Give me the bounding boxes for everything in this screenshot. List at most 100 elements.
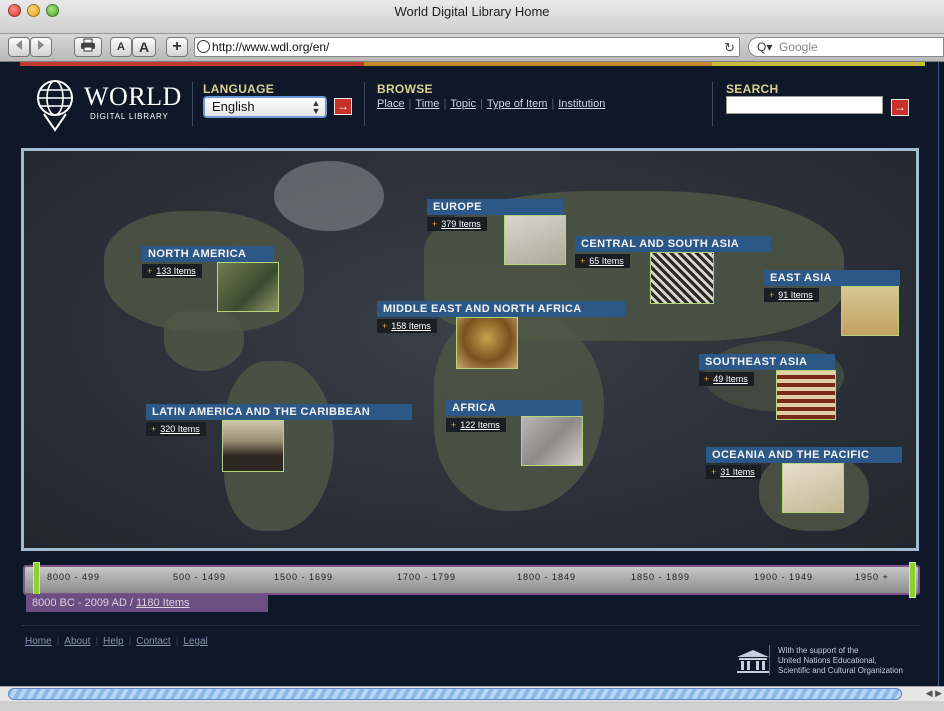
region-thumbnail[interactable]	[782, 463, 844, 513]
timeline-tick[interactable]: 1950 +	[855, 572, 889, 582]
region-thumbnail[interactable]	[456, 317, 518, 369]
timeline-tick[interactable]: 1700 - 1799	[397, 572, 456, 582]
timeline-slider[interactable]: 8000 - 499 500 - 1499 1500 - 1699 1700 -…	[23, 562, 920, 598]
globe-icon	[197, 40, 210, 53]
footer-about-link[interactable]: About	[64, 636, 90, 647]
region-title: LATIN AMERICA AND THE CARIBBEAN	[146, 404, 412, 420]
region-title: EUROPE	[427, 199, 563, 215]
region-count-link[interactable]: 31 Items	[720, 467, 755, 477]
browse-type-link[interactable]: Type of Item	[487, 98, 548, 110]
region-thumbnail[interactable]	[841, 286, 899, 336]
title-bar: World Digital Library Home	[0, 0, 944, 34]
timeline-tick[interactable]: 1850 - 1899	[631, 572, 690, 582]
logo-subtitle: DIGITAL LIBRARY	[90, 112, 169, 121]
browse-links: Place | Time | Topic | Type of Item | Institutio…	[377, 98, 605, 110]
search-go-button[interactable]: →	[891, 99, 909, 116]
site-search-input[interactable]	[726, 96, 883, 114]
unesco-logo-icon[interactable]	[735, 648, 771, 674]
region-title: OCEANIA AND THE PACIFIC	[706, 447, 902, 463]
header-divider	[192, 82, 193, 126]
region-count-link[interactable]: 122 Items	[460, 420, 500, 430]
browser-toolbar: A A + http://www.wdl.org/en/ ↻ Q▾ Google	[0, 34, 944, 62]
accent-line-orange	[364, 62, 712, 66]
range-items-link[interactable]: 1180 Items	[136, 597, 190, 609]
reload-icon[interactable]: ↻	[724, 39, 735, 57]
world-map[interactable]: NORTH AMERICA +133 Items EUROPE +379 Ite…	[21, 148, 919, 551]
unesco-line: With the support of the	[778, 646, 859, 655]
language-select[interactable]: English ▲ ▼	[203, 96, 327, 118]
logo-wordmark: WORLD	[84, 82, 182, 111]
language-go-button[interactable]: →	[334, 98, 352, 115]
timeline-start-handle[interactable]	[33, 562, 40, 598]
add-bookmark-button[interactable]: +	[166, 37, 188, 57]
region-title: NORTH AMERICA	[142, 246, 274, 262]
browse-institution-link[interactable]: Institution	[558, 98, 605, 110]
horizontal-scrollbar[interactable]: ◀ ▶	[0, 686, 944, 701]
separator: |	[551, 98, 555, 110]
scrollbar-thumb[interactable]	[8, 688, 902, 700]
timeline-tick[interactable]: 500 - 1499	[173, 572, 226, 582]
region-thumbnail[interactable]	[222, 420, 284, 472]
wdl-logo[interactable]: WORLD DIGITAL LIBRARY	[32, 78, 192, 136]
region-count-link[interactable]: 379 Items	[441, 219, 481, 229]
separator: |	[175, 636, 179, 647]
timeline-tick[interactable]: 1900 - 1949	[754, 572, 813, 582]
forward-arrow-icon	[38, 40, 44, 50]
select-arrows-icon: ▲ ▼	[311, 98, 321, 116]
timeline-tick[interactable]: 8000 - 499	[47, 572, 100, 582]
region-count-link[interactable]: 158 Items	[391, 321, 431, 331]
footer-contact-link[interactable]: Contact	[136, 636, 170, 647]
search-icon: Q▾	[757, 40, 773, 54]
region-title: SOUTHEAST ASIA	[699, 354, 835, 370]
landmass-central-america	[164, 311, 244, 371]
region-thumbnail[interactable]	[217, 262, 279, 312]
footer-home-link[interactable]: Home	[25, 636, 52, 647]
region-count: +49 Items	[699, 372, 754, 386]
region-thumbnail[interactable]	[521, 416, 583, 466]
browse-time-link[interactable]: Time	[415, 98, 439, 110]
range-text: 8000 BC - 2009 AD /	[32, 597, 136, 609]
region-title: MIDDLE EAST AND NORTH AFRICA	[377, 301, 625, 317]
timeline-tick[interactable]: 1500 - 1699	[274, 572, 333, 582]
address-bar[interactable]: http://www.wdl.org/en/ ↻	[194, 37, 740, 57]
region-thumbnail[interactable]	[776, 370, 836, 420]
unesco-credit: With the support of the United Nations E…	[778, 646, 944, 676]
region-count: +379 Items	[427, 217, 487, 231]
unesco-line: Scientific and Cultural Organization	[778, 666, 903, 675]
region-count-link[interactable]: 49 Items	[713, 374, 748, 384]
forward-button[interactable]	[30, 37, 52, 57]
region-thumbnail[interactable]	[504, 215, 566, 265]
region-count-link[interactable]: 133 Items	[156, 266, 196, 276]
text-bigger-button[interactable]: A	[132, 37, 156, 57]
printer-icon	[81, 38, 95, 52]
print-button[interactable]	[74, 37, 102, 57]
separator: |	[128, 636, 132, 647]
status-bar	[0, 701, 944, 711]
footer-help-link[interactable]: Help	[103, 636, 124, 647]
region-thumbnail[interactable]	[650, 252, 714, 304]
timeline-end-handle[interactable]	[909, 562, 916, 598]
timeline-tick[interactable]: 1800 - 1849	[517, 572, 576, 582]
search-placeholder: Google	[779, 40, 818, 54]
scroll-arrows-icon[interactable]: ◀ ▶	[926, 688, 942, 699]
accent-line-red	[20, 62, 364, 66]
region-count-link[interactable]: 65 Items	[589, 256, 624, 266]
browse-label: BROWSE	[377, 82, 433, 96]
region-count-link[interactable]: 91 Items	[778, 290, 813, 300]
region-count-link[interactable]: 320 Items	[160, 424, 200, 434]
browser-search-field[interactable]: Q▾ Google	[748, 37, 944, 57]
vertical-scrollbar-edge[interactable]	[938, 62, 944, 686]
timeline-range-summary: 8000 BC - 2009 AD / 1180 Items	[26, 594, 268, 612]
browse-place-link[interactable]: Place	[377, 98, 405, 110]
separator: |	[479, 98, 483, 110]
separator: |	[408, 98, 412, 110]
text-smaller-button[interactable]: A	[110, 37, 132, 57]
browse-topic-link[interactable]: Topic	[450, 98, 476, 110]
back-button[interactable]	[8, 37, 30, 57]
footer-divider	[22, 625, 920, 626]
search-label: SEARCH	[726, 82, 779, 96]
footer-legal-link[interactable]: Legal	[183, 636, 207, 647]
globe-logo-icon	[37, 80, 73, 132]
region-count: +91 Items	[764, 288, 819, 302]
web-page: WORLD DIGITAL LIBRARY LANGUAGE English ▲…	[0, 62, 944, 686]
